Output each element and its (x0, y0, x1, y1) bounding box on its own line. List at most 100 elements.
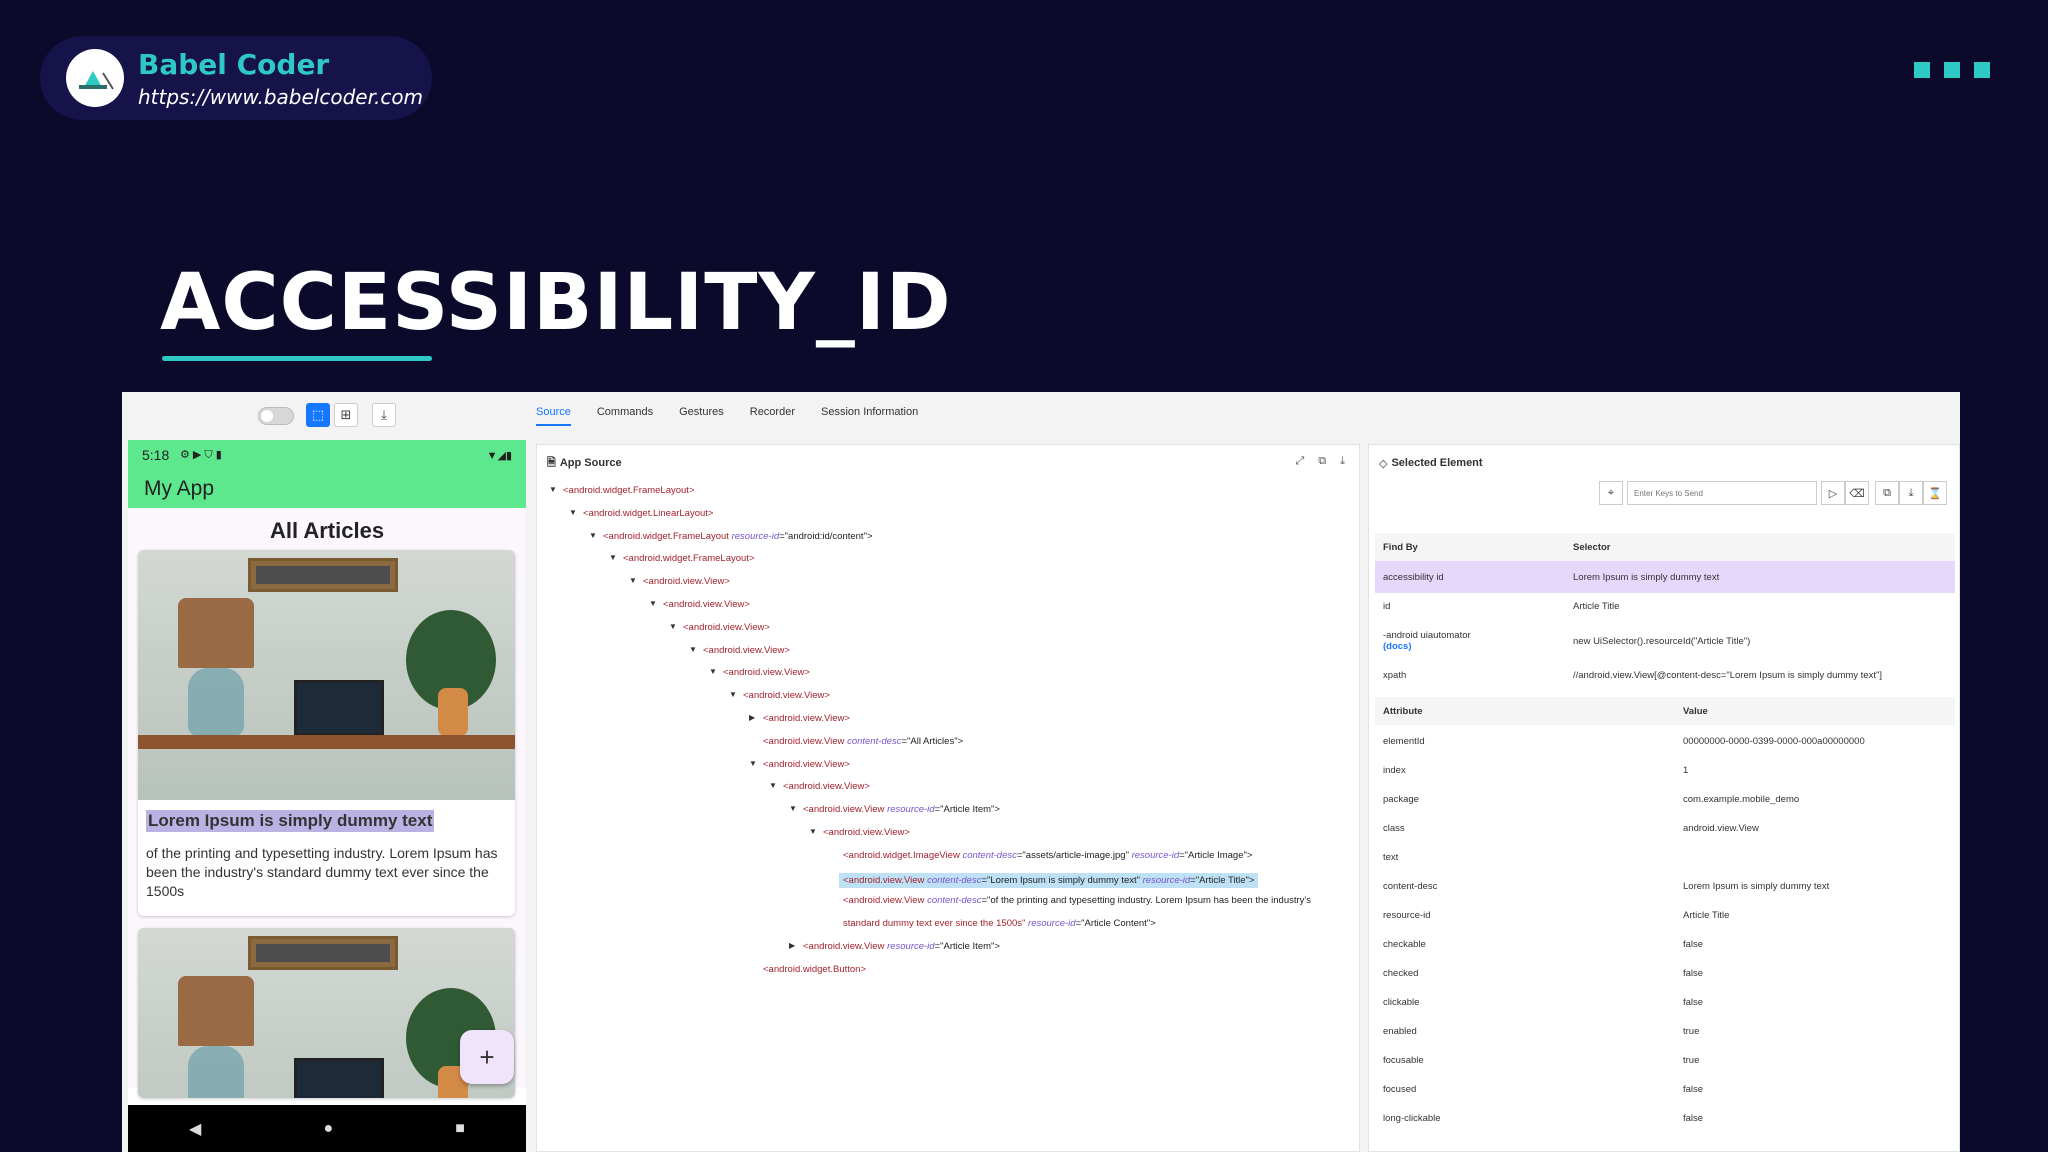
attribute-row[interactable]: clickable false (1375, 988, 1955, 1017)
toggle-switch[interactable] (258, 407, 294, 425)
attribute-row-text: 00000000-0000-0399-0000-000a00000000 (1683, 736, 1865, 747)
tree-node[interactable]: ▼ <android.view.View> (809, 827, 910, 838)
expand-arrow-icon[interactable]: ▶ (789, 941, 795, 950)
add-fab-button[interactable]: + (460, 1030, 514, 1084)
download-screenshot-icon[interactable]: ⤓ (372, 403, 396, 427)
collapse-arrow-icon[interactable]: ▼ (649, 599, 657, 608)
tree-node[interactable]: ▼ <android.view.View resource-id="Article… (789, 804, 1000, 815)
tree-node[interactable]: standard dummy text ever since the 1500s… (843, 918, 1156, 929)
attribute-row-cell: false (1675, 997, 1955, 1008)
article-title[interactable]: Lorem Ipsum is simply dummy text (146, 810, 435, 832)
attribute-row-text: com.example.mobile_demo (1683, 794, 1800, 805)
tree-node[interactable]: ▼ <android.view.View> (689, 645, 790, 656)
tree-node[interactable]: ▼ <android.view.View> (769, 781, 870, 792)
copy-attributes-icon[interactable]: ⧉ (1875, 481, 1899, 505)
app-title: My App (128, 470, 526, 508)
download-element-icon[interactable]: ⤓ (1899, 481, 1923, 505)
attribute-row[interactable]: checked false (1375, 959, 1955, 988)
tree-node[interactable]: ▼ <android.view.View> (729, 690, 830, 701)
tab-gestures[interactable]: Gestures (679, 406, 724, 426)
tree-node[interactable]: <android.widget.Button> (763, 964, 866, 975)
send-icon[interactable]: ▷ (1821, 481, 1845, 505)
collapse-arrow-icon[interactable]: ▼ (729, 690, 737, 699)
tap-coordinates-icon[interactable]: ⊞ (334, 403, 358, 427)
selected-element-header: ◇ Selected Element (1369, 445, 1959, 481)
tree-node-selected[interactable]: <android.view.View content-desc="Lorem I… (839, 872, 1259, 888)
selector-row[interactable]: accessibility id Lorem Ipsum is simply du… (1375, 561, 1955, 593)
expand-arrow-icon[interactable]: ▶ (749, 713, 755, 722)
tree-node[interactable]: ▼ <android.widget.FrameLayout resource-id… (589, 531, 873, 542)
collapse-arrow-icon[interactable]: ▼ (809, 827, 817, 836)
article-card[interactable]: Lorem Ipsum is simply dummy text of the … (138, 550, 515, 916)
tree-node[interactable]: ▼ <android.view.View> (649, 599, 750, 610)
attribute-row[interactable]: checkable false (1375, 930, 1955, 959)
article-card[interactable] (138, 928, 515, 1098)
status-icons: ⚙ ▶ ⛉ ▮ (180, 449, 222, 461)
collapse-arrow-icon[interactable]: ▼ (709, 667, 717, 676)
collapse-arrow-icon[interactable]: ▼ (689, 645, 697, 654)
tree-node[interactable]: ▼ <android.view.View> (669, 622, 770, 633)
docs-link[interactable]: (docs) (1383, 641, 1565, 652)
tree-node[interactable]: ▼ <android.widget.LinearLayout> (569, 508, 713, 519)
tree-node[interactable]: <android.widget.ImageView content-desc="… (843, 850, 1252, 861)
tree-node[interactable]: ▼ <android.view.View> (749, 759, 850, 770)
tree-node[interactable]: ▼ <android.widget.FrameLayout> (549, 485, 695, 496)
selector-row[interactable]: -android uiautomator (docs) new UiSelector… (1375, 621, 1955, 661)
clear-icon[interactable]: ⌫ (1845, 481, 1869, 505)
attribute-row[interactable]: content-desc Lorem Ipsum is simply dummy … (1375, 872, 1955, 901)
tab-session-information[interactable]: Session Information (821, 406, 918, 426)
attribute-row-text: checked (1383, 968, 1419, 979)
attribute-row-cell: false (1675, 1084, 1955, 1095)
attribute-row-cell: index (1375, 765, 1675, 776)
tab-recorder[interactable]: Recorder (750, 406, 795, 426)
selector-row[interactable]: xpath //android.view.View[@content-desc="… (1375, 661, 1955, 689)
back-icon[interactable]: ◀ (189, 1119, 201, 1139)
collapse-arrow-icon[interactable]: ▼ (589, 531, 597, 540)
attribute-row[interactable]: focused false (1375, 1075, 1955, 1104)
attribute-header-row[interactable]: Attribute Value (1375, 697, 1955, 725)
collapse-arrow-icon[interactable]: ▼ (769, 781, 777, 790)
collapse-arrow-icon[interactable]: ▼ (569, 508, 577, 517)
attribute-row-cell: elementId (1375, 736, 1675, 747)
home-icon[interactable]: ● (323, 1120, 333, 1138)
select-element-icon[interactable]: ⬚ (306, 403, 330, 427)
download-xml-icon[interactable]: ⤓ (1340, 455, 1345, 468)
tree-node[interactable]: ▼ <android.view.View> (629, 576, 730, 587)
attribute-row[interactable]: elementId 00000000-0000-0399-0000-000a000… (1375, 727, 1955, 756)
tab-source[interactable]: Source (536, 406, 571, 426)
expand-icon[interactable]: ⤢ (1295, 455, 1304, 468)
tree-node-text: <android.view.View> (663, 599, 750, 610)
collapse-arrow-icon[interactable]: ▼ (669, 622, 677, 631)
tap-element-icon[interactable]: ⌖ (1599, 481, 1623, 505)
selector-row[interactable]: id Article Title (1375, 591, 1955, 621)
attribute-row[interactable]: long-clickable false (1375, 1104, 1955, 1133)
attribute-row-text: resource-id (1383, 910, 1431, 921)
selector-header-row[interactable]: Find By Selector (1375, 533, 1955, 561)
timing-icon[interactable]: ⌛ (1923, 481, 1947, 505)
tree-node[interactable]: ▼ <android.widget.FrameLayout> (609, 553, 755, 564)
collapse-arrow-icon[interactable]: ▼ (749, 759, 757, 768)
recents-icon[interactable]: ■ (455, 1120, 465, 1138)
tree-node[interactable]: <android.view.View content-desc="All Art… (763, 736, 963, 747)
copy-xml-icon[interactable]: ⧉ (1318, 455, 1326, 468)
attribute-row[interactable]: enabled true (1375, 1017, 1955, 1046)
attribute-row[interactable]: text (1375, 843, 1955, 872)
attribute-row[interactable]: resource-id Article Title (1375, 901, 1955, 930)
tree-node[interactable]: <android.view.View content-desc="of the … (843, 895, 1311, 906)
tree-node[interactable]: ▶ <android.view.View> (749, 713, 850, 724)
tab-commands[interactable]: Commands (597, 406, 653, 426)
attribute-row[interactable]: focusable true (1375, 1046, 1955, 1075)
collapse-arrow-icon[interactable]: ▼ (789, 804, 797, 813)
tree-node[interactable]: ▼ <android.view.View> (709, 667, 810, 678)
attribute-row[interactable]: index 1 (1375, 756, 1955, 785)
attribute-row[interactable]: package com.example.mobile_demo (1375, 785, 1955, 814)
collapse-arrow-icon[interactable]: ▼ (629, 576, 637, 585)
attribute-row[interactable]: class android.view.View (1375, 814, 1955, 843)
tree-node[interactable]: ▶ <android.view.View resource-id="Article… (789, 941, 1000, 952)
tree-node-attr: resource-id (1028, 918, 1076, 930)
send-keys-input[interactable] (1627, 481, 1817, 505)
collapse-arrow-icon[interactable]: ▼ (549, 485, 557, 494)
inspector-tabs: Source Commands Gestures Recorder Session In… (536, 406, 918, 426)
collapse-arrow-icon[interactable]: ▼ (609, 553, 617, 562)
article-list[interactable]: All Articles Lorem Ipsum is simply dummy… (128, 508, 526, 1098)
